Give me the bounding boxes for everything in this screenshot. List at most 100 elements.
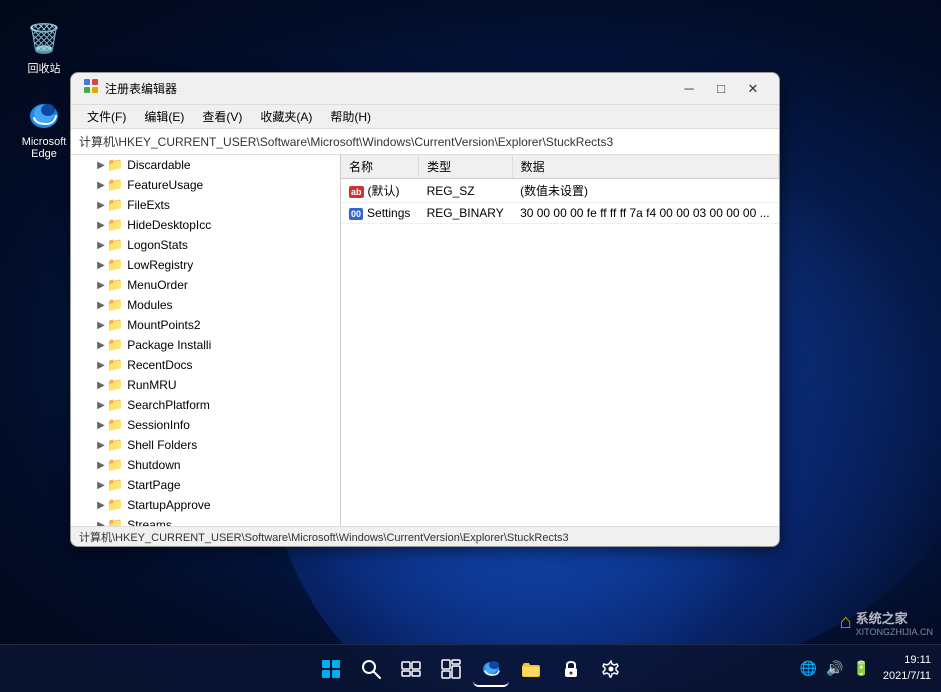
tree-label-featureusage: FeatureUsage (127, 178, 203, 192)
menu-help[interactable]: 帮助(H) (322, 106, 379, 127)
tree-label-sessioninfo: SessionInfo (127, 418, 190, 432)
menu-view[interactable]: 查看(V) (194, 106, 250, 127)
window-controls: ─ □ ✕ (675, 79, 767, 99)
tree-label-recentdocs: RecentDocs (127, 358, 192, 372)
edge-icon[interactable]: MicrosoftEdge (14, 90, 74, 164)
tree-expand-searchplatform[interactable]: ▶ (95, 400, 107, 411)
cell-data-1: 30 00 00 00 fe ff ff ff 7a f4 00 00 03 0… (512, 203, 778, 224)
status-text: 计算机\HKEY_CURRENT_USER\Software\Microsoft… (79, 529, 569, 545)
tree-item-startpage[interactable]: ▶📁StartPage (71, 475, 340, 495)
tree-expand-menuorder[interactable]: ▶ (95, 280, 107, 291)
cell-data-0: (数值未设置) (512, 179, 778, 203)
cell-name-0: ab(默认) (341, 179, 419, 203)
tree-label-shutdown: Shutdown (127, 458, 180, 472)
tree-expand-featureusage[interactable]: ▶ (95, 180, 107, 191)
desktop: 🗑️ 回收站 MicrosoftEdge (0, 0, 941, 692)
tree-expand-shutdown[interactable]: ▶ (95, 460, 107, 471)
taskbar-widgets[interactable] (433, 651, 469, 687)
taskbar-lock[interactable] (553, 651, 589, 687)
cell-name-1: 00Settings (341, 203, 419, 224)
network-icon[interactable]: 🌐 (797, 658, 820, 679)
tree-item-shutdown[interactable]: ▶📁Shutdown (71, 455, 340, 475)
menu-bar: 文件(F) 编辑(E) 查看(V) 收藏夹(A) 帮助(H) (71, 105, 779, 129)
tree-item-logonstats[interactable]: ▶📁LogonStats (71, 235, 340, 255)
tree-label-packageinstall: Package Installi (127, 338, 211, 352)
tree-label-streams: Streams (127, 518, 172, 526)
taskbar: 🌐 🔊 🔋 19:11 2021/7/11 (0, 644, 941, 692)
menu-favorites[interactable]: 收藏夹(A) (252, 106, 320, 127)
tree-expand-shellfolders[interactable]: ▶ (95, 440, 107, 451)
tree-panel[interactable]: ▶📁Discardable▶📁FeatureUsage▶📁FileExts▶📁H… (71, 155, 341, 526)
col-name: 名称 (341, 155, 419, 179)
tree-label-startpage: StartPage (127, 478, 180, 492)
tree-item-modules[interactable]: ▶📁Modules (71, 295, 340, 315)
taskbar-time[interactable]: 19:11 2021/7/11 (883, 653, 931, 684)
table-row[interactable]: ab(默认)REG_SZ(数值未设置) (341, 179, 779, 203)
taskbar-search[interactable] (353, 651, 389, 687)
tree-expand-runmru[interactable]: ▶ (95, 380, 107, 391)
tree-item-discardable[interactable]: ▶📁Discardable (71, 155, 340, 175)
tree-expand-fileexts[interactable]: ▶ (95, 200, 107, 211)
tree-expand-logonstats[interactable]: ▶ (95, 240, 107, 251)
tree-item-runmru[interactable]: ▶📁RunMRU (71, 375, 340, 395)
folder-icon-featureusage: 📁 (107, 177, 123, 193)
tree-expand-sessioninfo[interactable]: ▶ (95, 420, 107, 431)
cell-type-1: REG_BINARY (419, 203, 512, 224)
tree-item-packageinstall[interactable]: ▶📁 Package Installi (71, 335, 340, 355)
tree-label-modules: Modules (127, 298, 172, 312)
tree-item-recentdocs[interactable]: ▶📁RecentDocs (71, 355, 340, 375)
tree-item-mountpoints2[interactable]: ▶📁 MountPoints2 (71, 315, 340, 335)
close-button[interactable]: ✕ (739, 79, 767, 99)
folder-icon-mountpoints2: 📁 (107, 317, 123, 333)
tree-item-searchplatform[interactable]: ▶📁SearchPlatform (71, 395, 340, 415)
tree-item-fileexts[interactable]: ▶📁FileExts (71, 195, 340, 215)
tree-expand-lowregistry[interactable]: ▶ (95, 260, 107, 271)
taskbar-right: 🌐 🔊 🔋 19:11 2021/7/11 (797, 653, 931, 684)
taskbar-folder[interactable] (513, 651, 549, 687)
address-text[interactable]: 计算机\HKEY_CURRENT_USER\Software\Microsoft… (79, 133, 767, 150)
recycle-bin-icon[interactable]: 🗑️ 回收站 (14, 14, 74, 80)
clock-time: 19:11 (883, 653, 931, 668)
table-row[interactable]: 00SettingsREG_BINARY30 00 00 00 fe ff ff… (341, 203, 779, 224)
data-panel[interactable]: 名称 类型 数据 ab(默认)REG_SZ(数值未设置)00SettingsRE… (341, 155, 779, 526)
tree-item-menuorder[interactable]: ▶📁MenuOrder (71, 275, 340, 295)
tree-item-hidedesktopicons[interactable]: ▶📁HideDesktopIcc (71, 215, 340, 235)
folder-icon-packageinstall: 📁 (107, 337, 123, 353)
taskbar-center (313, 651, 629, 687)
tree-item-streams[interactable]: ▶📁Streams (71, 515, 340, 526)
edge-image (24, 94, 64, 134)
taskbar-taskview[interactable] (393, 651, 429, 687)
taskbar-start[interactable] (313, 651, 349, 687)
minimize-button[interactable]: ─ (675, 79, 703, 99)
taskbar-edge[interactable] (473, 651, 509, 687)
tree-expand-startpage[interactable]: ▶ (95, 480, 107, 491)
menu-file[interactable]: 文件(F) (79, 106, 134, 127)
volume-icon[interactable]: 🔊 (823, 658, 846, 679)
tree-label-runmru: RunMRU (127, 378, 176, 392)
tree-expand-recentdocs[interactable]: ▶ (95, 360, 107, 371)
tree-expand-packageinstall[interactable]: ▶ (95, 340, 107, 351)
watermark: ⌂ 系统之家 XITONGZHIJIA.CN (840, 608, 933, 637)
tree-expand-hidedesktopicons[interactable]: ▶ (95, 220, 107, 231)
menu-edit[interactable]: 编辑(E) (136, 106, 192, 127)
tree-label-mountpoints2: MountPoints2 (127, 318, 200, 332)
edge-label: MicrosoftEdge (22, 136, 67, 160)
taskbar-settings[interactable] (593, 651, 629, 687)
tree-item-startupapproved[interactable]: ▶📁StartupApprove (71, 495, 340, 515)
tree-expand-mountpoints2[interactable]: ▶ (95, 320, 107, 331)
tree-label-discardable: Discardable (127, 158, 190, 172)
content-area: ▶📁Discardable▶📁FeatureUsage▶📁FileExts▶📁H… (71, 155, 779, 526)
tree-item-featureusage[interactable]: ▶📁 FeatureUsage (71, 175, 340, 195)
watermark-logo: ⌂ (840, 611, 852, 634)
tree-item-sessioninfo[interactable]: ▶📁SessionInfo (71, 415, 340, 435)
tree-item-shellfolders[interactable]: ▶📁Shell Folders (71, 435, 340, 455)
tree-expand-modules[interactable]: ▶ (95, 300, 107, 311)
battery-icon[interactable]: 🔋 (849, 658, 872, 679)
maximize-button[interactable]: □ (707, 79, 735, 99)
tree-expand-discardable[interactable]: ▶ (95, 160, 107, 171)
tree-expand-startupapproved[interactable]: ▶ (95, 500, 107, 511)
folder-icon-fileexts: 📁 (107, 197, 123, 213)
folder-icon-hidedesktopicons: 📁 (107, 217, 123, 233)
title-bar: 注册表编辑器 ─ □ ✕ (71, 73, 779, 105)
tree-item-lowregistry[interactable]: ▶📁LowRegistry (71, 255, 340, 275)
